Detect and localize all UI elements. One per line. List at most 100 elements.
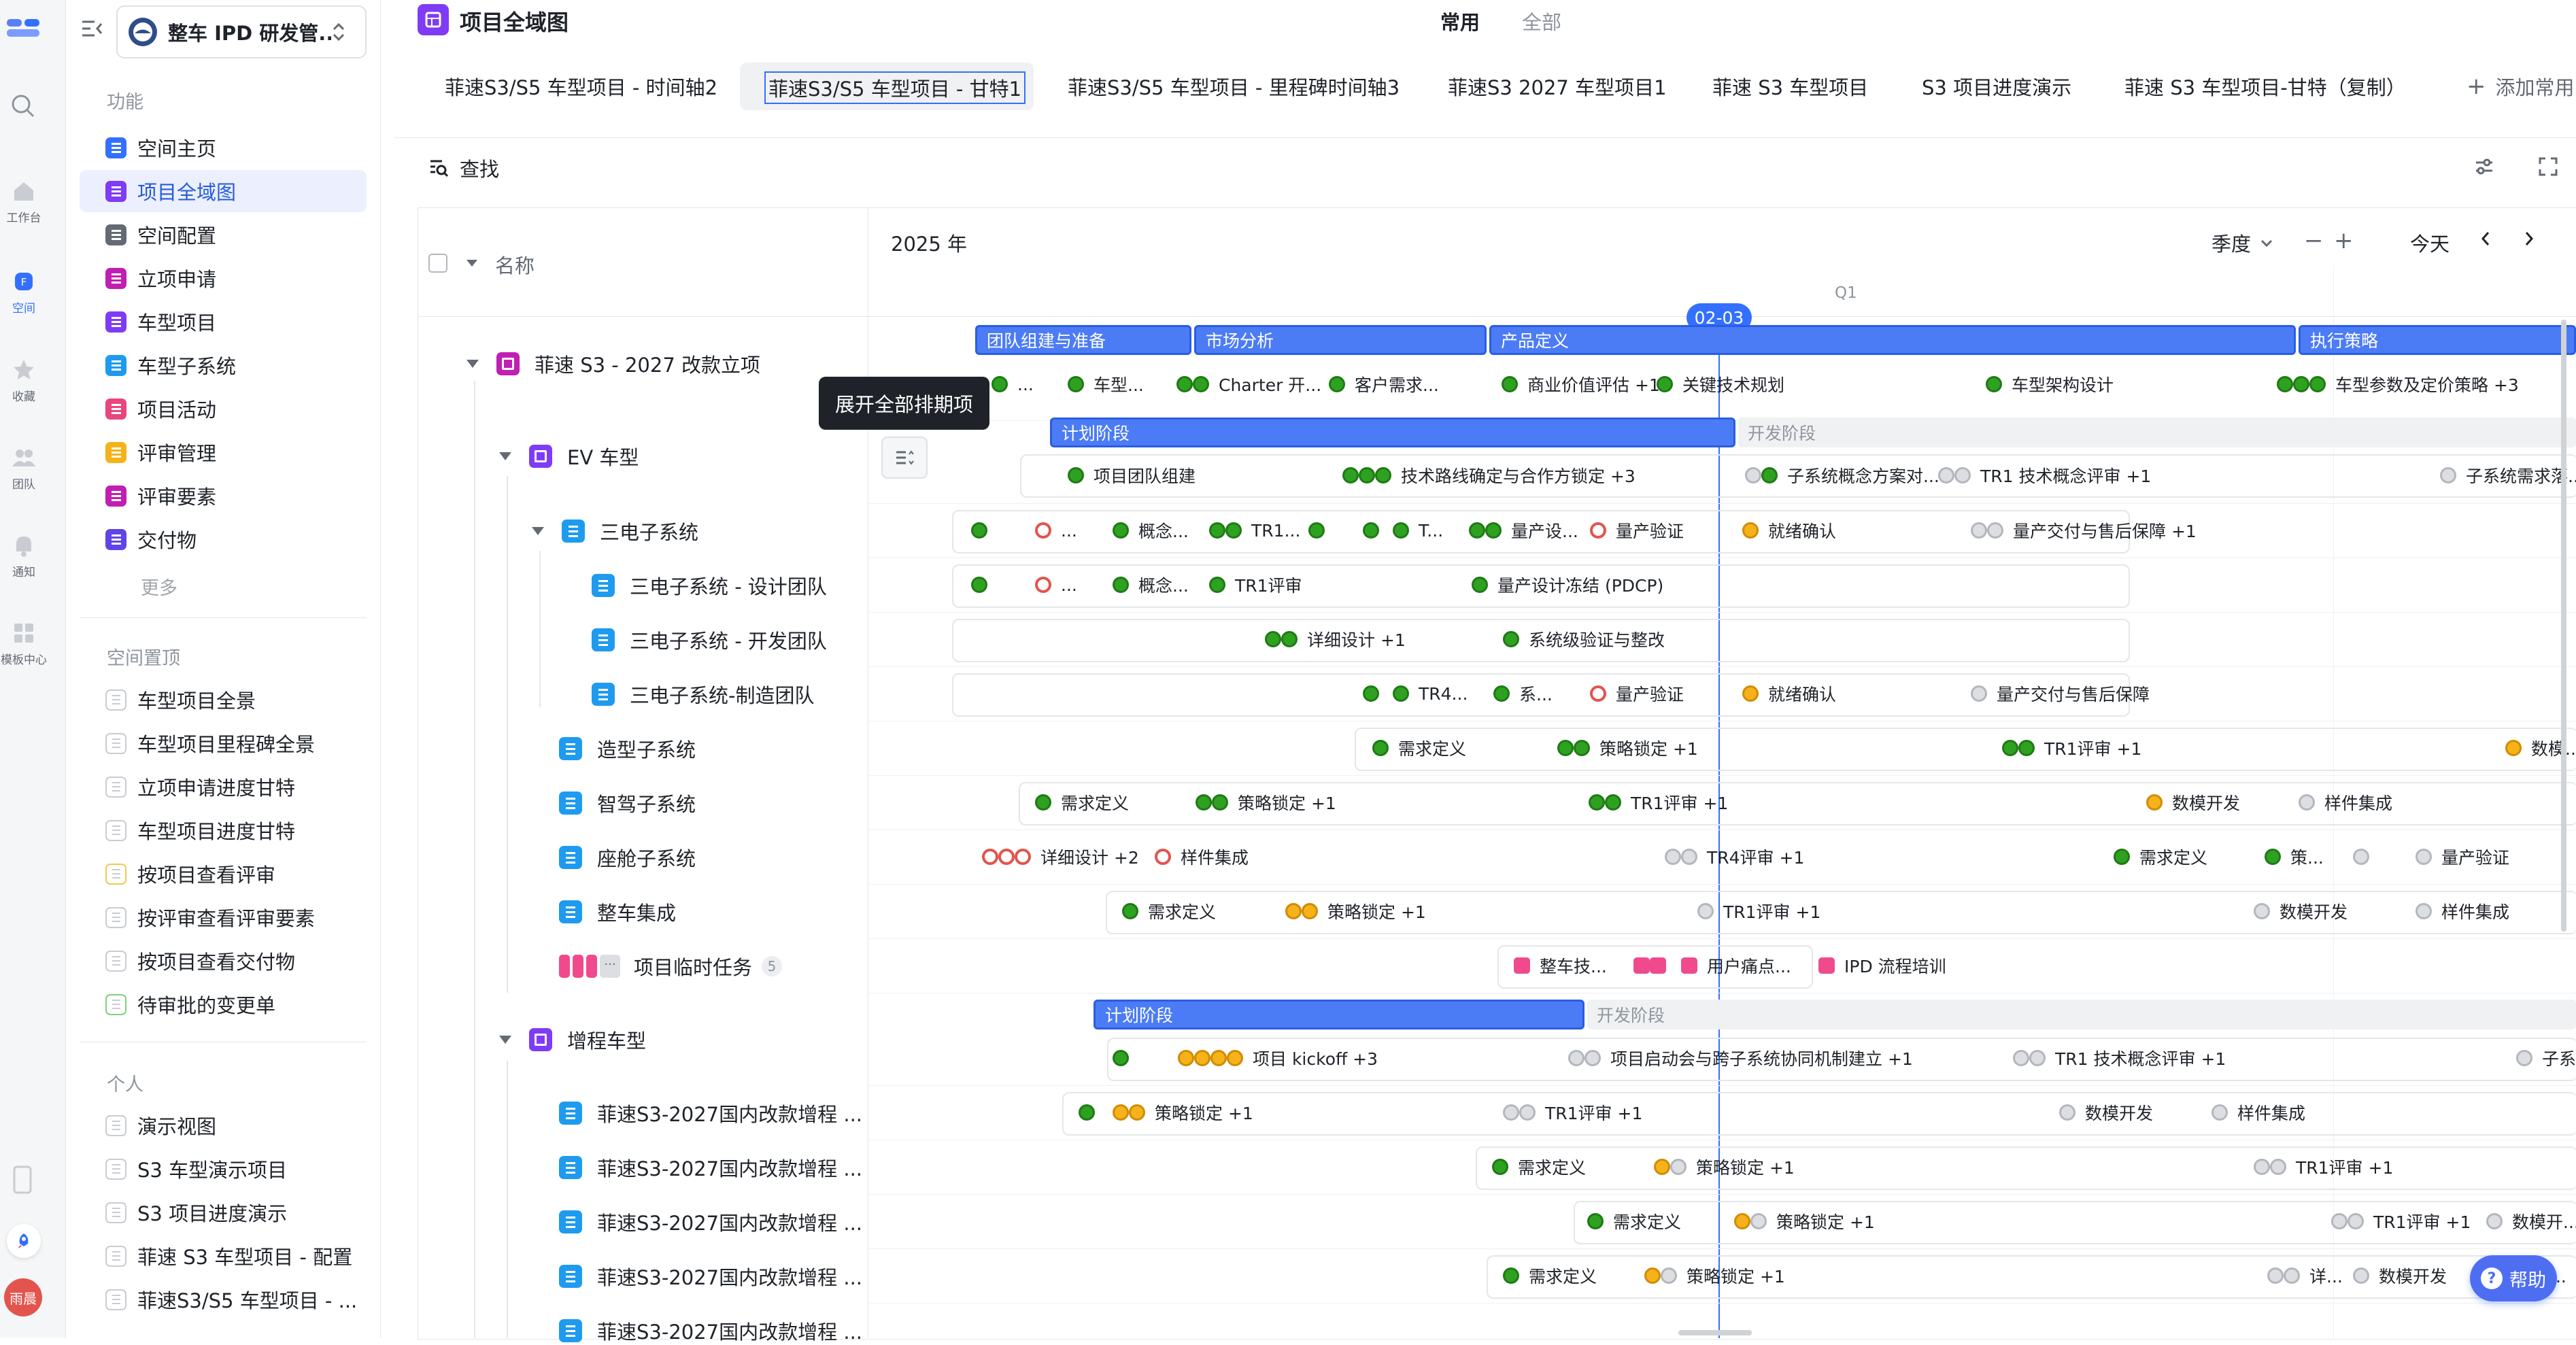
milestone[interactable]: 系统级验证与整改 [1503,626,1665,652]
phase-bar[interactable]: 市场分析 [1194,325,1487,355]
milestone[interactable]: 需求定义 [1492,1154,1586,1180]
fullscreen-icon[interactable] [2538,156,2558,177]
milestone[interactable]: 就绪确认 [1742,681,1836,706]
tree-row[interactable]: 造型子系统 [559,734,696,763]
milestone[interactable]: 量产验证 [1590,517,1684,543]
nav-model-projects[interactable]: 车型项目 [80,301,367,343]
milestone[interactable]: 策... [2265,844,2324,870]
milestone[interactable]: 车型架构设计 [1986,371,2114,397]
tree-row[interactable]: 菲速S3-2027国内改款增程 ... [559,1153,862,1182]
milestone[interactable]: 数模开... [2486,1208,2576,1234]
milestone[interactable]: TR1 技术概念评审 +1 [2013,1045,2226,1071]
milestone[interactable]: T... [1393,517,1443,543]
tree-row[interactable]: 三电子系统 - 设计团队 [592,571,827,600]
milestone[interactable]: 子系统需求落... [2440,462,2576,488]
milestone[interactable] [1308,517,1334,543]
filter-settings-icon[interactable] [2474,156,2494,177]
tree-row[interactable]: 增程车型 [499,1025,646,1054]
tree-row[interactable]: 菲速 S3 - 2027 改款立项 [467,350,760,378]
milestone[interactable]: 概念... [1113,572,1189,598]
next-icon[interactable] [2522,230,2537,248]
milestone[interactable]: 详... [2267,1263,2343,1289]
milestone[interactable]: 需求定义 [1503,1263,1597,1289]
milestone[interactable]: TR1评审 +1 [2002,735,2141,761]
view-tab[interactable]: 菲速 S3 车型项目 [1712,63,1868,110]
milestone[interactable]: 量产交付与售后保障 [1971,681,2150,706]
nav-space-config[interactable]: 空间配置 [80,214,367,256]
milestone[interactable]: 量产验证 [2416,844,2509,870]
workspace-switcher[interactable]: 整车 IPD 研发管... [116,5,367,58]
milestone[interactable]: 需求定义 [1122,898,1216,924]
pinned-item[interactable]: 立项申请进度甘特 [80,766,367,808]
milestone[interactable]: TR4... [1393,681,1468,706]
milestone[interactable]: TR1评审 +1 [2254,1154,2393,1180]
scale-select[interactable]: 季度 [2211,228,2274,257]
tree-row[interactable]: 智驾子系统 [559,789,696,817]
view-tab[interactable]: 菲速S3/S5 车型项目 - 里程碑时间轴3 [1068,63,1400,110]
personal-item[interactable]: 菲速S3/S5 车型项目 - ... [80,1278,367,1321]
milestone[interactable]: Charter 开... [1176,371,1321,397]
phase-dev-bar[interactable]: 开发阶段 [1738,418,2576,447]
milestone[interactable]: 子系... [2516,1045,2576,1071]
rail-space[interactable]: F 空间 [0,269,48,316]
caret-down-icon[interactable] [499,1036,511,1044]
zoom-out-icon[interactable]: − [2304,227,2324,254]
milestone[interactable]: 样件集成 [2416,898,2509,924]
caret-down-icon[interactable] [532,527,544,535]
phase-bar[interactable]: 产品定义 [1489,325,2296,355]
nav-subsystems[interactable]: 车型子系统 [80,344,367,386]
tree-row[interactable]: 菲速S3-2027国内改款增程 ... [559,1208,862,1236]
milestone[interactable]: 策略锁定 +1 [1734,1208,1875,1234]
task-item[interactable]: 用户痛点... [1681,953,1791,978]
tree-row[interactable]: ··· 项目临时任务 5 [559,952,783,981]
task-item[interactable]: IPD 流程培训 [1818,953,1946,978]
milestone[interactable]: 项目启动会与跨子系统协同机制建立 +1 [1568,1045,1913,1071]
milestone[interactable]: 详细设计 +2 [982,844,1139,870]
milestone[interactable]: 商业价值评估 +1 [1502,371,1660,397]
milestone[interactable]: 量产设计冻结 (PDCP) [1472,572,1663,598]
milestone[interactable]: 样件集成 [2211,1100,2305,1125]
milestone[interactable]: 策略锁定 +1 [1285,898,1426,924]
phase-bar[interactable]: 团队组建与准备 [975,325,1191,355]
personal-item[interactable]: S3 车型演示项目 [80,1148,367,1190]
tree-row[interactable]: 菲速S3-2027国内改款增程 ... [559,1262,862,1291]
milestone[interactable]: 系... [1493,681,1553,706]
rail-team[interactable]: 团队 [0,445,48,492]
milestone[interactable] [2353,844,2379,870]
milestone[interactable]: 车型参数及定价策略 +3 [2277,371,2519,397]
milestone[interactable]: 策略锁定 +1 [1196,789,1336,815]
tree-row[interactable]: 座舱子系统 [559,843,696,872]
phase-dev-bar[interactable]: 开发阶段 [1587,1000,2576,1029]
milestone[interactable]: 策略锁定 +1 [1557,735,1698,761]
personal-item[interactable]: 菲速 S3 车型项目 - 配置 [80,1235,367,1277]
expand-all-button[interactable] [881,437,928,479]
milestone[interactable]: 关键技术规划 [1657,371,1784,397]
personal-item[interactable]: 演示视图 [80,1104,367,1146]
milestone[interactable]: 客户需求... [1329,371,1439,397]
pinned-item[interactable]: 待审批的变更单 [80,983,367,1025]
task-item[interactable]: 整车技... [1514,953,1607,978]
user-avatar[interactable]: 雨晨 [4,1278,42,1316]
caret-down-icon[interactable] [467,260,477,267]
milestone[interactable]: ... [1035,517,1077,543]
milestone[interactable]: 样件集成 [1155,844,1249,870]
segment-common[interactable]: 常用 [1440,7,1480,35]
milestone[interactable]: 数模开发 [2254,898,2348,924]
milestone[interactable] [971,572,997,598]
milestone[interactable]: 需求定义 [1035,789,1129,815]
personal-item[interactable]: S3 项目进度演示 [80,1191,367,1233]
view-tab-active[interactable]: 菲速S3/S5 车型项目 - 甘特1 [764,71,1026,104]
help-button[interactable]: ? 帮助 [2470,1255,2557,1301]
rocket-icon[interactable] [7,1224,41,1258]
milestone[interactable]: TR1评审 +1 [1503,1100,1642,1125]
segment-all[interactable]: 全部 [1522,7,1561,35]
tree-row[interactable]: 三电子系统-制造团队 [592,680,814,709]
view-tab[interactable]: 菲速 S3 车型项目-甘特（复制） [2124,63,2406,110]
milestone[interactable]: 量产设... [1469,517,1578,543]
nav-review-elements[interactable]: 评审要素 [80,475,367,517]
pinned-item[interactable]: 车型项目进度甘特 [80,809,367,851]
prev-icon[interactable] [2478,230,2493,248]
view-tab[interactable]: 菲速S3/S5 车型项目 - 时间轴2 [445,63,717,110]
milestone[interactable]: 详细设计 +1 [1265,626,1406,652]
rail-templates[interactable]: 模板中心 [0,620,48,667]
